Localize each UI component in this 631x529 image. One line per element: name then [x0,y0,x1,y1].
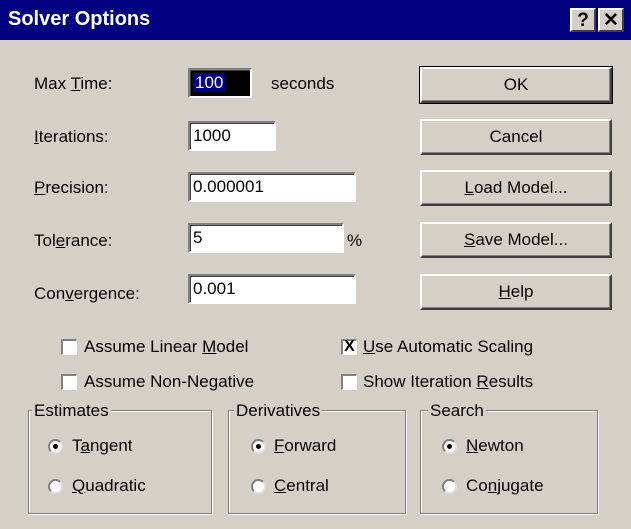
label-accel: v [65,284,74,303]
help-glyph: ? [577,9,589,31]
label-text: esults [488,372,534,391]
label-text: ngent [89,436,133,455]
radio-label: Tangent [72,436,133,456]
checkbox-label: Use Automatic Scaling [363,337,533,357]
label-text: Co [466,476,488,495]
label-text: ergence: [73,284,140,303]
button-accel: S [464,230,476,249]
label-accel: T [70,74,81,93]
label-text: T [72,436,81,455]
label-text: jugate [497,476,544,495]
derivatives-group [228,410,406,514]
label-accel: C [274,476,287,495]
button-label: ave Model... [475,230,568,249]
label-accel: N [466,436,479,455]
iterations-input[interactable]: 1000 [188,121,276,151]
label-text: ative [218,372,255,391]
radio-button[interactable] [442,479,457,494]
label-text: rance: [65,231,113,250]
label-accel: g [208,372,219,391]
label-text: orward [284,436,337,455]
label-accel: P [34,178,46,197]
precision-input[interactable]: 0.000001 [188,172,356,202]
dialog-title: Solver Options [8,8,151,30]
label-accel: e [55,231,66,250]
solver-options-dialog: Solver Options ? ✕ Max Time: 100 seconds… [0,0,631,529]
help-icon[interactable]: ? [570,8,596,32]
help-button[interactable]: Help [420,274,612,310]
button-accel: H [498,282,511,301]
cancel-button[interactable]: Cancel [420,119,612,155]
search-group [420,410,598,514]
radio-button[interactable] [251,439,266,454]
label-accel: a [80,436,90,455]
max-time-input[interactable]: 100 [188,68,252,98]
derivatives-legend: Derivatives [234,401,323,421]
label-text: Assume Linear [84,337,203,356]
label-accel: R [476,372,489,391]
label-accel: n [487,476,498,495]
label-text: entral [286,476,329,495]
checkbox-label: Show Iteration Results [363,372,533,392]
checkbox-box[interactable] [61,374,77,390]
label-text: se Automatic Scaling [375,337,534,356]
label-text: Show Iteration [363,372,477,391]
label-text: ewton [478,436,524,455]
label-text: Tol [34,231,56,250]
percent-unit: % [347,231,363,250]
button-accel: L [464,178,474,197]
convergence-input[interactable]: 0.001 [188,274,356,304]
close-glyph: ✕ [603,9,619,31]
checkbox-box[interactable] [61,339,77,355]
label-accel: M [202,337,217,356]
label-text: Con [34,284,66,303]
seconds-unit: seconds [271,74,335,93]
label-accel: U [363,337,376,356]
estimates-group [28,410,212,514]
search-legend: Search [428,401,486,421]
convergence-label: Convergence: [34,284,140,304]
label-accel: Q [72,476,86,495]
checkbox-label: Assume Non-Negative [84,372,254,392]
save-model-button[interactable]: Save Model... [420,222,612,258]
radio-label: Central [274,476,329,496]
button-label: OK [503,75,529,94]
label-text: recision: [45,178,109,197]
button-label: elp [510,282,534,301]
radio-label: Forward [274,436,336,456]
checkbox-label: Assume Linear Model [84,337,248,357]
label-text: Assume Non-Ne [84,372,209,391]
estimates-legend: Estimates [32,401,111,421]
radio-label: Newton [466,436,524,456]
checkbox-box[interactable] [341,374,357,390]
checkbox-box[interactable]: X [341,339,357,355]
label-text: odel [216,337,249,356]
label-text: terations: [38,127,109,146]
radio-button[interactable] [48,479,63,494]
button-label: Cancel [489,127,543,146]
button-label: oad Model... [473,178,568,197]
ok-button[interactable]: OK [419,66,613,104]
label-text: ime: [80,74,113,93]
tolerance-input[interactable]: 5 [188,223,344,253]
tolerance-label: Tolerance: [34,231,112,251]
precision-label: Precision: [34,178,109,198]
radio-label: Conjugate [466,476,544,496]
label-accel: F [274,436,285,455]
radio-button[interactable] [251,479,266,494]
close-icon[interactable]: ✕ [598,8,624,32]
load-model-button[interactable]: Load Model... [420,170,612,206]
label-text: uadratic [85,476,146,495]
radio-button[interactable] [48,439,63,454]
checkmark-icon: X [344,338,355,355]
radio-button[interactable] [442,439,457,454]
label-text: Max [34,74,71,93]
max-time-value: 100 [193,73,226,92]
max-time-label: Max Time: [34,74,112,94]
radio-label: Quadratic [72,476,146,496]
title-bar[interactable]: Solver Options ? ✕ [0,0,631,40]
iterations-label: Iterations: [34,127,109,147]
